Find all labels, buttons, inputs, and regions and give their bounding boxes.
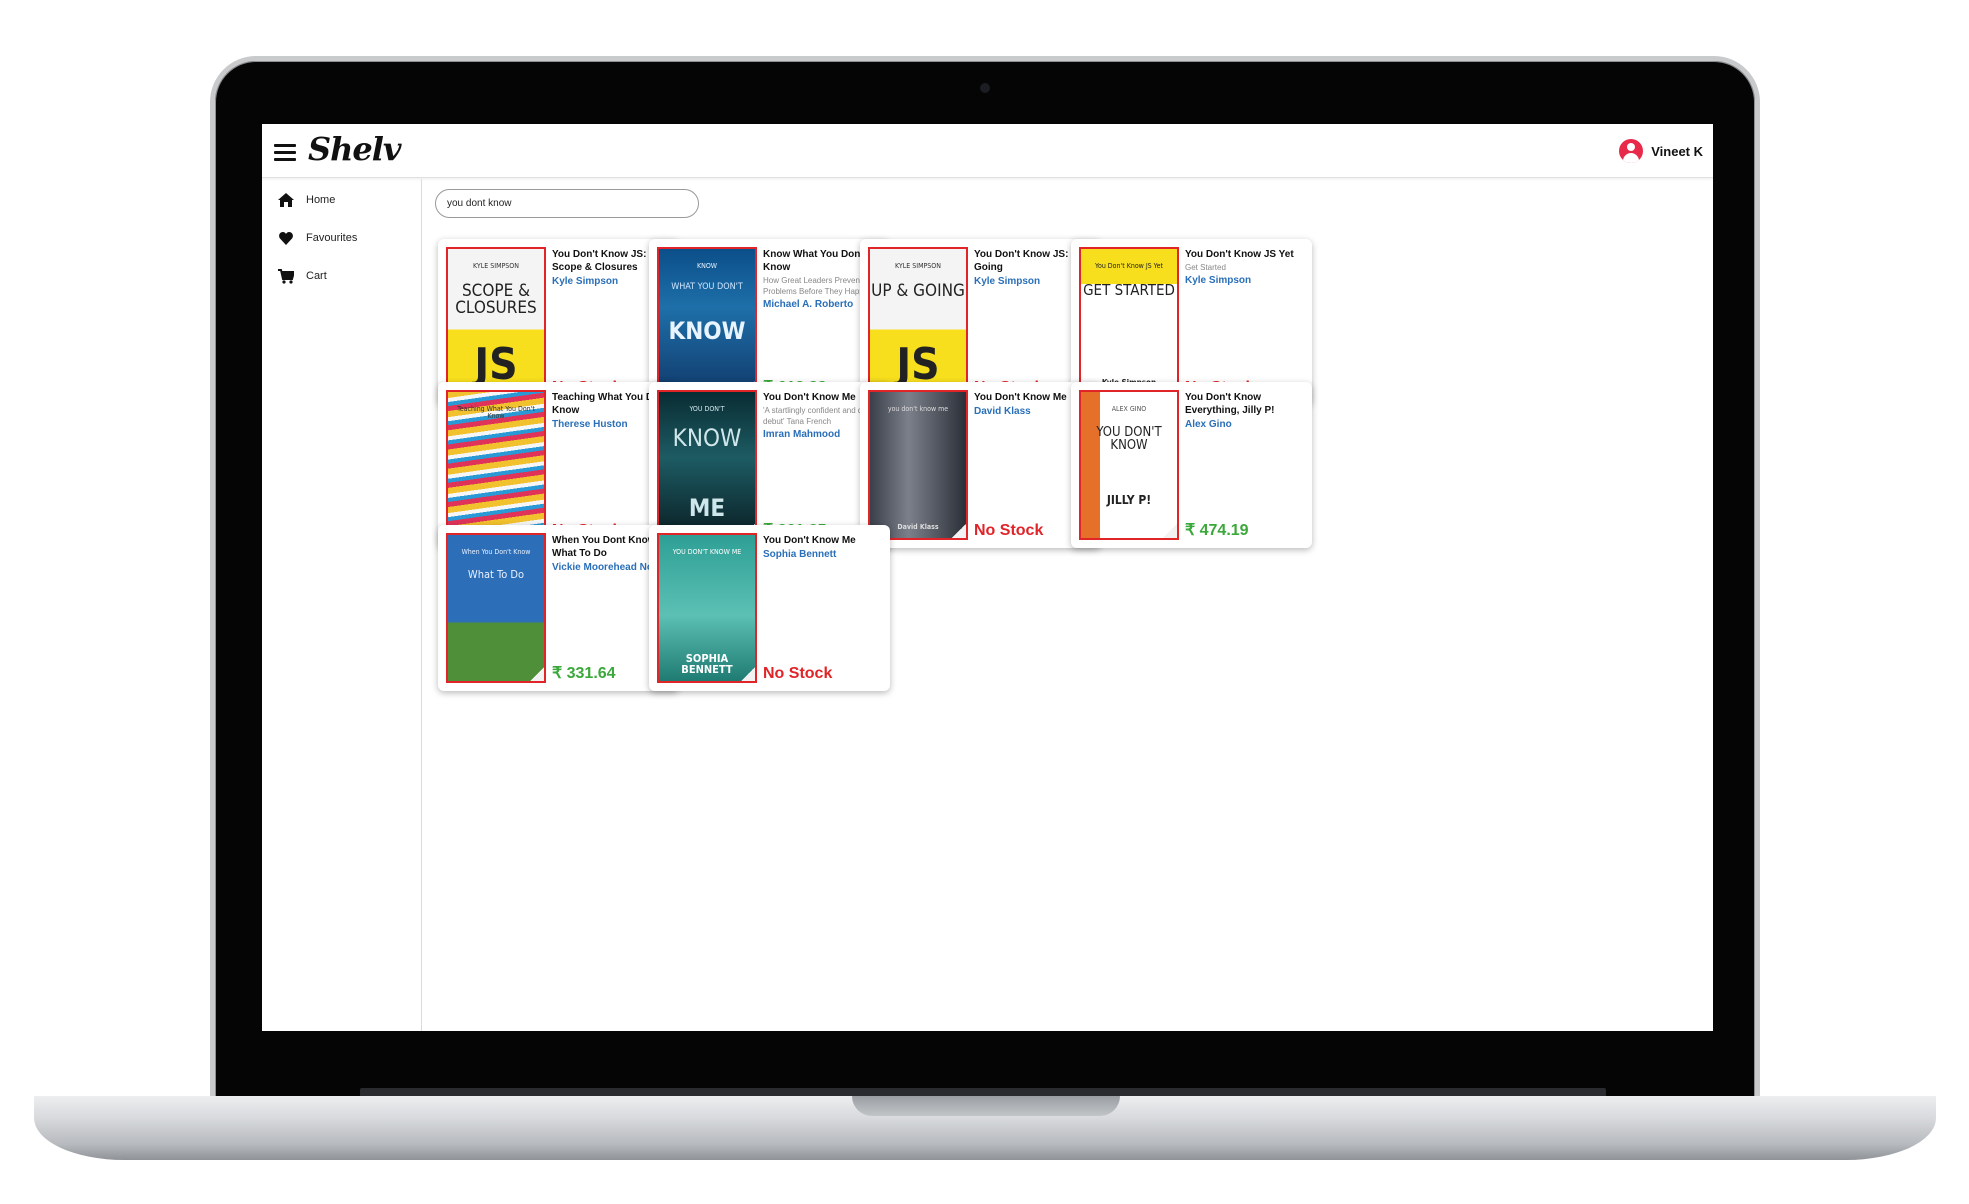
page-curl-icon xyxy=(741,667,755,681)
sidebar-item-favourites[interactable]: Favourites xyxy=(278,227,357,249)
home-icon xyxy=(278,192,294,208)
book-cover[interactable]: KYLE SIMPSON SCOPE & CLOSURES JS xyxy=(446,247,546,397)
book-cover[interactable]: YOU DON'T KNOW ME SOPHIA BENNETT xyxy=(657,533,757,683)
cover-bottom-text: ME xyxy=(688,494,726,522)
sidebar: Home Favourites Cart xyxy=(262,179,422,1031)
book-subtitle: Get Started xyxy=(1185,263,1226,272)
top-bar: Shelv Vineet K xyxy=(262,124,1713,178)
avatar-icon[interactable] xyxy=(1619,139,1644,163)
cover-top-text: KYLE SIMPSON xyxy=(895,262,941,270)
book-cover[interactable]: When You Don't Know What To Do xyxy=(446,533,546,683)
cover-top-text: Teaching What You Don't Know xyxy=(457,405,535,420)
page-curl-icon xyxy=(530,667,544,681)
cart-icon xyxy=(278,268,294,284)
sidebar-item-home[interactable]: Home xyxy=(278,189,335,211)
book-info: You Don't Know JS Yet Get Started Kyle S… xyxy=(1185,248,1307,287)
book-price: ₹ 474.19 xyxy=(1185,522,1249,539)
book-cover[interactable]: you don't know me David Klass xyxy=(868,390,968,540)
user-name[interactable]: Vineet K xyxy=(1651,144,1703,159)
cover-top-text: ALEX GINO xyxy=(1111,405,1147,413)
book-card[interactable]: YOU DON'T KNOW ME SOPHIA BENNETT You Don'… xyxy=(649,525,890,691)
cover-main-text: What To Do xyxy=(467,568,525,581)
cover-main-text: WHAT YOU DON'T xyxy=(671,282,743,292)
book-card[interactable]: YOU DON'T KNOW ME You Don't Know Me 'A sta… xyxy=(649,382,890,548)
book-cover[interactable]: You Don't Know JS YetGET STARTEDKyle Sim… xyxy=(1079,247,1179,397)
book-cover[interactable]: Teaching What You Don't Know xyxy=(446,390,546,540)
user-menu[interactable]: Vineet K xyxy=(1619,138,1703,164)
cover-top-text: You Don't Know JS Yet xyxy=(1095,262,1163,270)
book-title[interactable]: You Don't Know JS Yet xyxy=(1185,248,1307,261)
book-card[interactable]: KYLE SIMPSON UP & GOING JS You Don't Know … xyxy=(860,239,1101,405)
book-card[interactable]: You Don't Know JS Yet GET STARTED Kyle Sim… xyxy=(1071,239,1312,405)
cover-top-text: you don't know me xyxy=(887,405,949,413)
cover-main-text: UP & GOING xyxy=(871,281,965,301)
search-input[interactable] xyxy=(435,189,699,218)
book-price: No Stock xyxy=(974,522,1044,539)
cover-bottom-text: KNOW xyxy=(668,317,746,345)
app-screen: Shelv Vineet K Home Favourites Cart KY xyxy=(262,124,1713,1031)
book-title[interactable]: You Don't Know Me xyxy=(763,534,885,547)
cover-top-text: KYLE SIMPSON xyxy=(473,262,519,270)
cover-main-text: GET STARTED xyxy=(1083,281,1175,299)
book-cover[interactable]: KNOW WHAT YOU DON'T KNOW xyxy=(657,247,757,397)
sidebar-item-label: Favourites xyxy=(306,232,358,244)
book-card[interactable]: you don't know me David Klass You Don't K… xyxy=(860,382,1101,548)
book-card[interactable]: ALEX GINO YOU DON'T KNOW JILLY P! You Don'… xyxy=(1071,382,1312,548)
book-author[interactable]: Sophia Bennett xyxy=(763,548,885,561)
camera-icon xyxy=(980,83,990,93)
book-price: No Stock xyxy=(763,665,833,682)
book-cover[interactable]: KYLE SIMPSON UP & GOING JS xyxy=(868,247,968,397)
book-info: You Don't Know Me Sophia Bennett xyxy=(763,534,885,561)
cover-top-text: When You Don't Know xyxy=(461,548,531,556)
book-title[interactable]: You Don't Know Everything, Jilly P! xyxy=(1185,391,1307,417)
laptop-notch xyxy=(852,1096,1120,1116)
cover-main-text: YOU DON'T KNOW xyxy=(1096,425,1162,453)
heart-icon xyxy=(278,230,294,246)
book-card[interactable]: KNOW WHAT YOU DON'T KNOW Know What You Don… xyxy=(649,239,890,405)
sidebar-item-label: Cart xyxy=(306,270,327,282)
page-curl-icon xyxy=(952,524,966,538)
book-cover[interactable]: ALEX GINO YOU DON'T KNOW JILLY P! xyxy=(1079,390,1179,540)
cover-main-text: SCOPE & CLOSURES xyxy=(455,281,537,318)
book-cover[interactable]: YOU DON'T KNOW ME xyxy=(657,390,757,540)
cover-top-text: YOU DON'T xyxy=(689,405,725,413)
book-author[interactable]: Alex Gino xyxy=(1185,418,1307,431)
book-info: You Don't Know Everything, Jilly P! Alex… xyxy=(1185,391,1307,431)
book-card[interactable]: KYLE SIMPSON SCOPE & CLOSURES JS You Don't… xyxy=(438,239,679,405)
page-curl-icon xyxy=(1163,524,1177,538)
cover-bottom-text: JILLY P! xyxy=(1106,493,1152,507)
book-price: ₹ 331.64 xyxy=(552,665,616,682)
cover-top-text: KNOW xyxy=(696,262,718,270)
book-card[interactable]: When You Don't Know What To Do When You D… xyxy=(438,525,679,691)
cover-main-text: KNOW xyxy=(672,424,742,452)
app-logo[interactable]: Shelv xyxy=(308,130,401,168)
book-card[interactable]: Teaching What You Don't Know Teaching Wh… xyxy=(438,382,679,548)
cover-top-text: YOU DON'T KNOW ME xyxy=(672,548,742,556)
sidebar-item-label: Home xyxy=(306,194,336,206)
book-author[interactable]: Kyle Simpson xyxy=(1185,274,1307,287)
hamburger-menu-icon[interactable] xyxy=(274,144,296,162)
sidebar-item-cart[interactable]: Cart xyxy=(278,265,327,287)
